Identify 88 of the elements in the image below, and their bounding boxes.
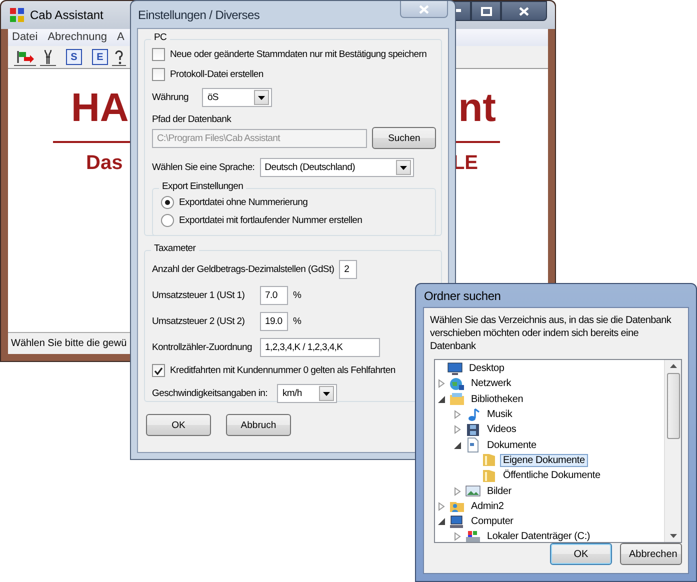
tree-item[interactable]: Videos: [484, 423, 520, 436]
expand-arrow-icon[interactable]: [453, 425, 462, 434]
dialog-button[interactable]: OK: [146, 414, 211, 436]
expand-arrow-icon[interactable]: [453, 532, 462, 542]
folder-icon: [481, 452, 497, 468]
checkbox[interactable]: [152, 48, 165, 61]
globe-icon: [449, 376, 465, 392]
input-field[interactable]: 2: [339, 260, 358, 279]
field-label: Umsatzsteuer 2 (USt 2): [152, 316, 246, 327]
checkbox[interactable]: [152, 68, 165, 81]
menu-item[interactable]: Abrechnung: [48, 31, 108, 44]
unit-label: %: [293, 290, 302, 301]
library-folder-icon: [449, 391, 465, 408]
scroll-down-icon[interactable]: [670, 534, 676, 538]
document-icon: [465, 437, 481, 454]
checkbox[interactable]: [152, 364, 165, 377]
field-label: Währung: [152, 92, 188, 103]
dialog-button[interactable]: Abbrechen: [620, 543, 682, 565]
dialog-button[interactable]: OK: [550, 543, 612, 565]
tree-item[interactable]: Dokumente: [484, 438, 540, 452]
tree-item[interactable]: Bilder: [484, 484, 514, 498]
close-button[interactable]: [501, 1, 547, 21]
toolbar-button[interactable]: E: [92, 49, 108, 65]
menu-item[interactable]: Datei: [12, 31, 38, 44]
folder-icon: [481, 468, 497, 484]
expand-arrow-icon[interactable]: [437, 502, 446, 511]
tongs-icon[interactable]: [40, 48, 56, 66]
flag-arrow-icon[interactable]: [14, 48, 36, 66]
dialog-title: Ordner suchen: [424, 288, 501, 302]
close-icon: [519, 6, 529, 16]
collapse-arrow-icon[interactable]: [437, 396, 446, 403]
scrollbar[interactable]: [664, 360, 681, 542]
tree-item[interactable]: Lokaler Datenträger (C:): [484, 530, 594, 542]
help-icon[interactable]: [112, 48, 126, 66]
input-field[interactable]: 7.0: [260, 286, 288, 305]
field-label: Kontrollzähler-Zuordnung: [152, 342, 252, 353]
scroll-up-icon[interactable]: [670, 364, 676, 368]
radio-label: Exportdatei mit fortlaufender Nummer erstellen: [179, 215, 362, 226]
menu-item[interactable]: A: [117, 31, 124, 44]
dropdown[interactable]: km/h: [277, 384, 338, 403]
dropdown[interactable]: Deutsch (Deutschland): [260, 158, 414, 177]
field-label: Geschwindigkeitsangaben in:: [152, 388, 268, 399]
banner-title: HA: [71, 85, 129, 131]
film-icon: [465, 422, 481, 438]
toolbar-button[interactable]: S: [66, 49, 82, 65]
dropdown[interactable]: öS: [202, 88, 272, 107]
radio-button[interactable]: [161, 214, 174, 227]
app-icon: [9, 7, 25, 23]
expand-arrow-icon[interactable]: [453, 486, 462, 496]
tree-item[interactable]: Bibliotheken: [468, 392, 526, 406]
dialog-title: Einstellungen / Diverses: [138, 8, 260, 22]
field-label: Pfad der Datenbank: [152, 114, 232, 125]
maximize-button[interactable]: [471, 1, 501, 21]
banner-title: nt: [458, 85, 496, 131]
maximize-icon: [480, 6, 492, 16]
checkbox-label: Neue oder geänderte Stammdaten nur mit Bestätigung speichern: [170, 49, 427, 60]
close-icon: [419, 4, 429, 14]
tree-item[interactable]: Öffentliche Dokumente: [500, 469, 604, 482]
drive-icon: [465, 528, 481, 542]
collapse-arrow-icon[interactable]: [437, 518, 446, 526]
field-label: Umsatzsteuer 1 (USt 1): [152, 290, 246, 301]
input-field[interactable]: 1,2,3,4,K / 1,2,3,4,K: [260, 338, 380, 357]
window-title: Cab Assistant: [30, 8, 104, 22]
collapse-arrow-icon[interactable]: [453, 442, 462, 449]
radio-button[interactable]: [161, 196, 174, 209]
unit-label: %: [293, 316, 302, 327]
field-label: Anzahl der Geldbetrags-Dezimalstellen (GdSt): [152, 264, 334, 275]
input-field[interactable]: 19.0: [260, 312, 288, 331]
expand-arrow-icon[interactable]: [437, 379, 446, 388]
group-title: Taxameter: [151, 243, 199, 254]
banner-subtitle: Das: [86, 151, 123, 175]
tree-item[interactable]: Musik: [484, 408, 516, 422]
checkbox-label: Protokoll-Datei erstellen: [170, 69, 264, 80]
group-title: Export Einstellungen: [159, 181, 246, 192]
tree-item[interactable]: Netzwerk: [468, 377, 514, 390]
tree-item[interactable]: Desktop: [466, 362, 508, 376]
tree-item[interactable]: Admin2: [468, 500, 507, 513]
desktop-icon: [447, 360, 463, 377]
tree-item[interactable]: Eigene Dokumente: [500, 454, 588, 467]
field-label: Wählen Sie eine Sprache:: [152, 162, 255, 173]
checkbox-label: Kreditfahrten mit Kundennummer 0 gelten als Fehlfahrten: [170, 365, 396, 376]
dialog-button[interactable]: Abbruch: [226, 414, 291, 436]
radio-label: Exportdatei ohne Nummerierung: [179, 197, 308, 208]
group-title: PC: [151, 32, 170, 43]
tree-item[interactable]: Computer: [468, 515, 516, 528]
expand-arrow-icon[interactable]: [453, 410, 462, 420]
picture-icon: [465, 483, 481, 500]
computer-icon: [449, 514, 465, 530]
